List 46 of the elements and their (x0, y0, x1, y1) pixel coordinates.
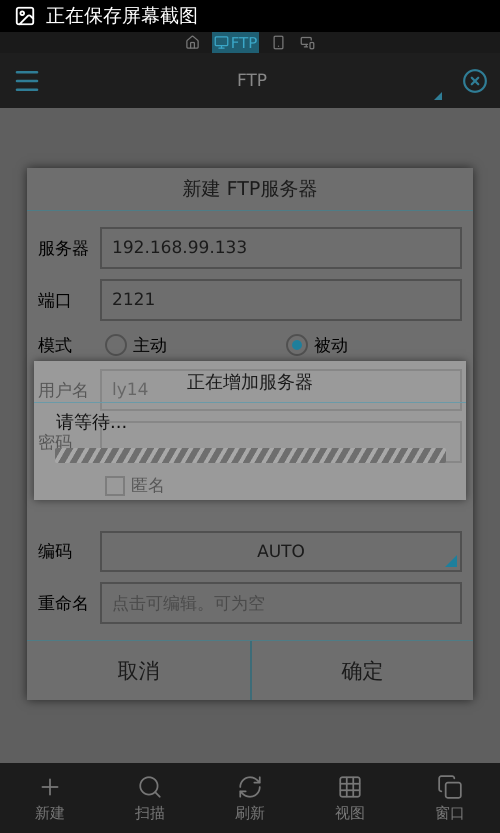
close-icon[interactable] (462, 68, 488, 94)
field-label: 端口 (38, 290, 73, 312)
grid-icon (337, 774, 363, 800)
phone-icon (271, 35, 286, 50)
notification-text: 正在保存屏幕截图 (46, 4, 198, 29)
toolbar-label: 新建 (35, 804, 65, 822)
encoding-dropdown[interactable]: AUTO (100, 531, 462, 572)
toolbar-button[interactable]: 刷新 (200, 763, 300, 833)
radio-button[interactable] (286, 334, 308, 356)
progress-message: 请等待... (56, 411, 128, 434)
field-label: 模式 (38, 334, 73, 356)
toolbar-button[interactable]: 新建 (0, 763, 100, 833)
field-label: 重命名 (38, 592, 90, 614)
corner-triangle-icon (445, 555, 457, 567)
monitor-icon (214, 35, 229, 50)
devices-icon (300, 35, 316, 50)
dropdown-value: AUTO (257, 542, 305, 562)
toolbar-label: 扫描 (135, 804, 165, 822)
windows-icon (437, 774, 463, 800)
image-icon (14, 5, 36, 27)
toolbar-button[interactable]: 窗口 (400, 763, 500, 833)
radio-label: 主动 (133, 334, 167, 356)
toolbar-button[interactable]: 扫描 (100, 763, 200, 833)
field-label: 编码 (38, 541, 73, 563)
field-label: 服务器 (38, 238, 90, 260)
radio-label: 被动 (314, 334, 348, 356)
app-title: FTP (236, 70, 268, 90)
input-field[interactable]: 2121 (100, 279, 462, 321)
cancel-button[interactable]: 取消 (27, 641, 250, 700)
search-icon (137, 774, 163, 800)
input-field[interactable]: 192.168.99.133 (100, 227, 462, 269)
toolbar-label: 刷新 (235, 804, 265, 822)
toolbar-button[interactable]: 视图 (300, 763, 400, 833)
checkbox-label: 匿名 (131, 475, 165, 497)
toolbar-label: 窗口 (435, 804, 465, 822)
progress-title: 正在增加服务器 (187, 370, 313, 394)
corner-triangle-icon (434, 92, 442, 100)
radio-button[interactable] (105, 334, 127, 356)
dialog-title: 新建 FTP服务器 (182, 177, 318, 202)
checkbox[interactable] (105, 476, 125, 496)
field-label: 用户名 (38, 380, 90, 402)
nav-tab[interactable]: FTP (212, 32, 260, 53)
toolbar-label: 视图 (335, 804, 365, 822)
refresh-icon (237, 774, 263, 800)
home-icon (184, 35, 200, 50)
confirm-button[interactable]: 确定 (250, 641, 473, 700)
